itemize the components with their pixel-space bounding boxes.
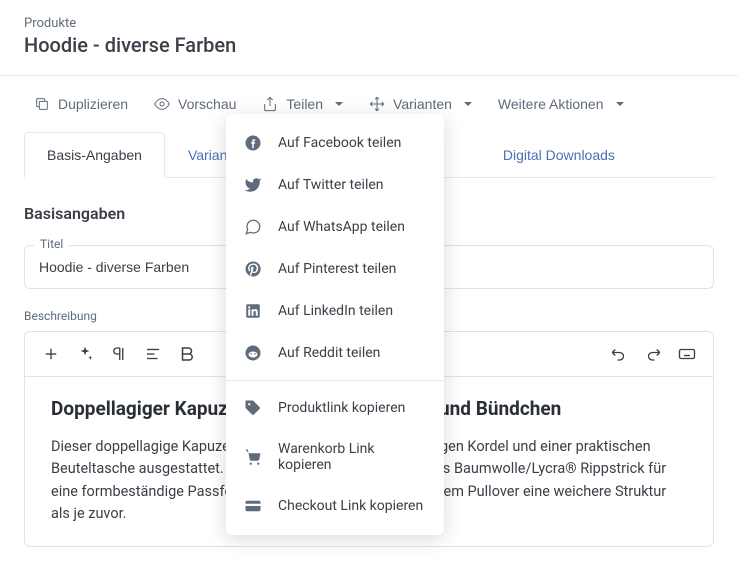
bold-icon (178, 345, 196, 363)
chevron-down-icon (335, 102, 343, 106)
share-dropdown: Auf Facebook teilen Auf Twitter teilen A… (226, 114, 444, 535)
title-label: Titel (34, 237, 69, 251)
editor-bold-button[interactable] (171, 338, 203, 370)
editor-undo-button[interactable] (603, 338, 635, 370)
keyboard-icon (678, 345, 696, 363)
pilcrow-icon (110, 345, 128, 363)
variants-label: Varianten (393, 96, 452, 112)
preview-label: Vorschau (178, 96, 236, 112)
copy-product-link-label: Produktlink kopieren (278, 400, 405, 416)
reddit-icon (244, 344, 262, 362)
breadcrumb[interactable]: Produkte (24, 16, 714, 31)
duplicate-label: Duplizieren (58, 96, 128, 112)
duplicate-button[interactable]: Duplizieren (24, 90, 138, 118)
editor-keyboard-button[interactable] (671, 338, 703, 370)
copy-product-link[interactable]: Produktlink kopieren (226, 387, 444, 429)
align-left-icon (144, 345, 162, 363)
plus-icon (42, 345, 60, 363)
dropdown-divider (226, 380, 444, 381)
pinterest-icon (244, 260, 262, 278)
share-twitter-label: Auf Twitter teilen (278, 177, 384, 193)
copy-checkout-link[interactable]: Checkout Link kopieren (226, 485, 444, 527)
editor-redo-button[interactable] (637, 338, 669, 370)
share-twitter[interactable]: Auf Twitter teilen (226, 164, 444, 206)
copy-icon (34, 96, 50, 112)
share-whatsapp[interactable]: Auf WhatsApp teilen (226, 206, 444, 248)
share-icon (262, 96, 278, 112)
cart-icon (244, 448, 262, 466)
tab-basic[interactable]: Basis-Angaben (24, 132, 165, 178)
copy-cart-link[interactable]: Warenkorb Link kopieren (226, 429, 444, 485)
share-linkedin[interactable]: Auf LinkedIn teilen (226, 290, 444, 332)
editor-paragraph-button[interactable] (103, 338, 135, 370)
eye-icon (154, 96, 170, 112)
chevron-down-icon (616, 102, 624, 106)
redo-icon (644, 345, 662, 363)
share-pinterest-label: Auf Pinterest teilen (278, 261, 396, 277)
copy-checkout-link-label: Checkout Link kopieren (278, 498, 423, 514)
card-icon (244, 497, 262, 515)
editor-align-button[interactable] (137, 338, 169, 370)
tab-digital[interactable]: Digital Downloads (480, 132, 638, 177)
share-linkedin-label: Auf LinkedIn teilen (278, 303, 393, 319)
share-facebook[interactable]: Auf Facebook teilen (226, 122, 444, 164)
more-actions-button[interactable]: Weitere Aktionen (488, 90, 634, 118)
page-title: Hoodie - diverse Farben (24, 33, 714, 57)
move-icon (369, 96, 385, 112)
share-whatsapp-label: Auf WhatsApp teilen (278, 219, 405, 235)
tag-icon (244, 399, 262, 417)
whatsapp-icon (244, 218, 262, 236)
copy-cart-link-label: Warenkorb Link kopieren (278, 441, 426, 473)
editor-ai-button[interactable] (69, 338, 101, 370)
share-reddit[interactable]: Auf Reddit teilen (226, 332, 444, 374)
twitter-icon (244, 176, 262, 194)
chevron-down-icon (464, 102, 472, 106)
share-reddit-label: Auf Reddit teilen (278, 345, 380, 361)
share-facebook-label: Auf Facebook teilen (278, 135, 401, 151)
facebook-icon (244, 134, 262, 152)
share-pinterest[interactable]: Auf Pinterest teilen (226, 248, 444, 290)
share-label: Teilen (286, 96, 323, 112)
undo-icon (610, 345, 628, 363)
editor-add-button[interactable] (35, 338, 67, 370)
more-label: Weitere Aktionen (498, 96, 604, 112)
linkedin-icon (244, 302, 262, 320)
sparkle-icon (76, 345, 94, 363)
